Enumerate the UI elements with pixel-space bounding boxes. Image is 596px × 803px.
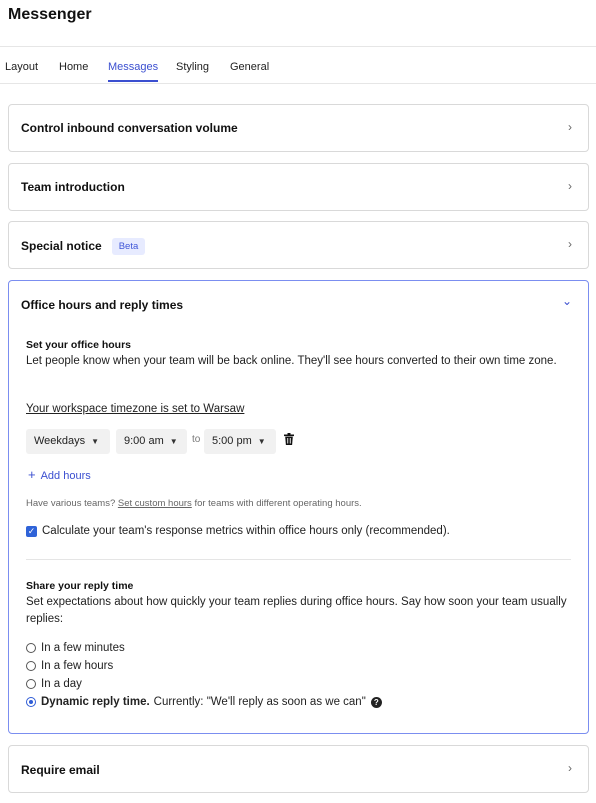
start-time-value: 9:00 am: [124, 435, 164, 447]
section-title[interactable]: Office hours and reply times: [21, 298, 183, 312]
tab-styling[interactable]: Styling: [176, 61, 209, 73]
dynamic-reply-current: Currently: "We'll reply as soon as we ca…: [153, 696, 366, 708]
end-time-value: 5:00 pm: [212, 435, 252, 447]
hours-row: Weekdays ▼ 9:00 am ▼ to 5:00 pm ▼: [26, 429, 326, 454]
section-team-introduction[interactable]: Team introduction ›: [8, 163, 589, 211]
end-time-select[interactable]: 5:00 pm ▼: [204, 429, 276, 454]
to-label: to: [192, 434, 201, 445]
section-divider: [26, 559, 571, 560]
custom-hours-suffix: for teams with different operating hours…: [194, 498, 362, 509]
radio-selected-icon[interactable]: [26, 697, 36, 707]
tab-home[interactable]: Home: [59, 61, 88, 73]
custom-hours-text: Have various teams? Set custom hours for…: [26, 498, 362, 509]
section-title: Special notice Beta: [21, 238, 146, 255]
section-inbound-volume[interactable]: Control inbound conversation volume ›: [8, 104, 589, 152]
plus-icon: +: [28, 467, 36, 482]
section-title: Control inbound conversation volume: [21, 121, 238, 135]
section-title-text: Special notice: [21, 239, 102, 253]
custom-hours-link[interactable]: Set custom hours: [118, 498, 192, 509]
caret-down-icon: ▼: [91, 437, 100, 446]
timezone-text: Your workspace timezone is set to Warsaw: [26, 401, 571, 418]
reply-option-label: In a few hours: [41, 660, 114, 672]
start-time-select[interactable]: 9:00 am ▼: [116, 429, 187, 454]
reply-option-label: In a day: [41, 678, 82, 690]
section-require-email[interactable]: Require email ›: [8, 745, 589, 793]
tab-messages[interactable]: Messages: [108, 61, 159, 82]
chevron-down-icon[interactable]: ⌄: [562, 294, 572, 308]
reply-option-minutes[interactable]: In a few minutes: [26, 642, 125, 654]
metrics-checkbox-label: Calculate your team's response metrics w…: [42, 525, 450, 537]
metrics-checkbox-row[interactable]: ✓ Calculate your team's response metrics…: [26, 525, 450, 537]
chevron-right-icon: ›: [568, 179, 572, 193]
section-office-hours: Office hours and reply times ⌄ Set your …: [8, 280, 589, 734]
dynamic-reply-label: Dynamic reply time.: [41, 696, 150, 708]
add-hours-button[interactable]: + Add hours: [28, 467, 91, 482]
tab-bar: Layout Home Messages Styling General: [0, 46, 596, 84]
chevron-right-icon: ›: [568, 120, 572, 134]
reply-option-label: In a few minutes: [41, 642, 125, 654]
chevron-right-icon: ›: [568, 761, 572, 775]
caret-down-icon: ▼: [169, 437, 178, 446]
radio-icon[interactable]: [26, 643, 36, 653]
office-hours-description: Let people know when your team will be b…: [26, 355, 557, 367]
radio-icon[interactable]: [26, 661, 36, 671]
checked-checkbox-icon[interactable]: ✓: [26, 525, 37, 537]
trash-icon[interactable]: [284, 433, 294, 445]
radio-icon[interactable]: [26, 679, 36, 689]
page-title: Messenger: [8, 6, 92, 23]
reply-option-hours[interactable]: In a few hours: [26, 660, 113, 672]
section-title: Team introduction: [21, 180, 125, 194]
reply-option-dynamic[interactable]: Dynamic reply time. Currently: "We'll re…: [26, 696, 382, 708]
reply-time-subtitle: Share your reply time: [26, 580, 134, 592]
day-select[interactable]: Weekdays ▼: [26, 429, 110, 454]
reply-time-description: Set expectations about how quickly your …: [26, 596, 567, 625]
section-special-notice[interactable]: Special notice Beta ›: [8, 221, 589, 269]
tab-general[interactable]: General: [230, 61, 269, 73]
custom-hours-prefix: Have various teams?: [26, 498, 116, 509]
day-select-value: Weekdays: [34, 435, 86, 447]
reply-option-day[interactable]: In a day: [26, 678, 82, 690]
tab-layout[interactable]: Layout: [5, 61, 38, 73]
section-title: Require email: [21, 763, 100, 777]
beta-badge: Beta: [111, 238, 146, 255]
timezone-link[interactable]: Your workspace timezone is set to Warsaw: [26, 403, 244, 415]
help-icon[interactable]: ?: [370, 696, 382, 708]
caret-down-icon: ▼: [257, 437, 266, 446]
chevron-right-icon: ›: [568, 237, 572, 251]
add-hours-label: Add hours: [40, 470, 91, 482]
office-hours-subtitle: Set your office hours: [26, 339, 132, 351]
